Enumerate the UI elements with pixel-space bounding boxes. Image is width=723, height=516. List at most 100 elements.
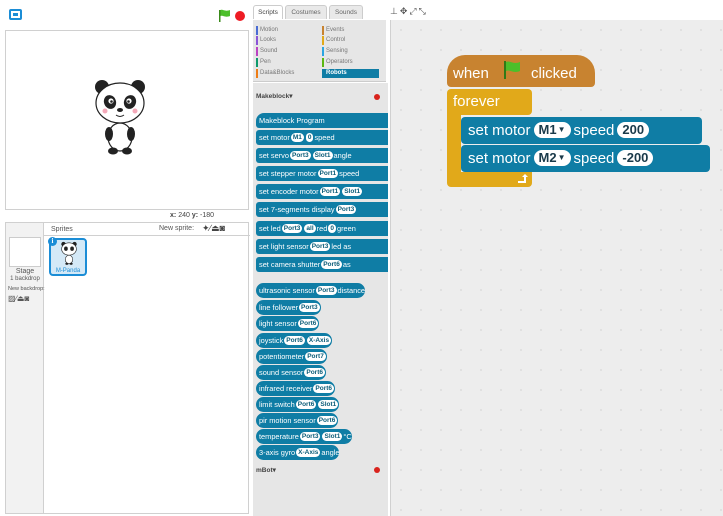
panda-sprite[interactable] — [92, 77, 148, 155]
grow-icon[interactable]: ⤢ — [409, 6, 418, 16]
stop-icon[interactable] — [235, 11, 245, 21]
palette-block[interactable]: temperature Port3 Slot1 °C — [256, 429, 352, 444]
camera-icon[interactable]: ◙ — [24, 294, 29, 303]
palette-block[interactable]: line follower Port3 — [256, 300, 321, 315]
palette-block[interactable]: infrared receiver Port6 — [256, 381, 336, 396]
category-pen[interactable]: Pen — [256, 58, 271, 67]
block-parameter[interactable]: Port6 — [297, 319, 319, 328]
block-parameter[interactable]: Port3 — [281, 224, 303, 233]
palette-block[interactable]: ultrasonic sensor Port3 distance — [256, 283, 366, 298]
sprite-library-icon[interactable]: ✦ — [202, 223, 210, 233]
when-flag-clicked-block[interactable]: when clicked — [447, 55, 595, 87]
block-parameter[interactable]: Port3 — [290, 151, 311, 160]
tab-sounds[interactable]: Sounds — [329, 5, 363, 19]
block-parameter[interactable]: Port6 — [313, 384, 335, 393]
camera-icon[interactable]: ◙ — [220, 223, 225, 233]
block-parameter[interactable]: 0 — [328, 224, 336, 233]
set-motor-m2-block[interactable]: set motor M2▼ speed -200 — [461, 145, 710, 172]
scripts-area[interactable] — [390, 20, 723, 516]
forever-block-arm[interactable] — [447, 114, 461, 172]
category-robots[interactable]: Robots — [322, 69, 379, 78]
palette-block[interactable]: Makeblock Program — [256, 113, 388, 128]
palette-block[interactable]: set encoder motor Port1 Slot1 — [256, 184, 388, 199]
sprites-divider — [44, 235, 250, 236]
block-parameter[interactable]: Port1 — [317, 169, 339, 178]
palette-block[interactable]: pir motion sensor Port6 — [256, 413, 339, 428]
block-parameter[interactable]: Port6 — [321, 260, 342, 269]
block-parameter[interactable]: Port3 — [309, 242, 331, 251]
palette-block[interactable]: set stepper motor Port1 speed — [256, 166, 388, 181]
palette-block[interactable]: set 7-segments display Port3 — [256, 202, 388, 217]
green-flag-icon[interactable] — [218, 9, 231, 22]
palette-block[interactable]: set light sensor Port3 led as — [256, 239, 388, 254]
app-window: x: 240 y: -180 Stage 1 backdrop New back… — [0, 0, 723, 516]
palette-block[interactable]: set led Port3 all red 0 green — [256, 221, 388, 236]
speed-input[interactable]: -200 — [617, 150, 654, 166]
palette-block[interactable]: limit switch Port6 Slot1 — [256, 397, 340, 412]
set-motor-m1-block[interactable]: set motor M1▼ speed 200 — [461, 117, 702, 144]
block-parameter[interactable]: all — [304, 224, 316, 233]
block-parameter[interactable]: Port3 — [315, 286, 337, 295]
fullscreen-icon[interactable] — [9, 9, 22, 20]
block-text: line follower — [259, 303, 299, 312]
upload-icon[interactable]: ⏏ — [211, 223, 220, 233]
tab-costumes[interactable]: Costumes — [285, 5, 327, 19]
block-parameter[interactable]: Port6 — [316, 416, 338, 425]
category-data-blocks[interactable]: Data&Blocks — [256, 69, 294, 78]
category-looks[interactable]: Looks — [256, 36, 276, 45]
palette-block[interactable]: joystick Port6 X-Axis — [256, 333, 333, 348]
palette-block[interactable]: set servo Port3 Slot1 angle — [256, 148, 388, 163]
block-parameter[interactable]: Port3 — [299, 432, 321, 441]
forever-block[interactable]: forever — [447, 89, 532, 115]
block-text: sound sensor — [259, 368, 304, 377]
speed-input[interactable]: 200 — [617, 122, 650, 138]
makeblock-heading[interactable]: Makeblock▾ — [256, 92, 293, 100]
motor-dropdown[interactable]: M1▼ — [533, 122, 571, 138]
motor-dropdown[interactable]: M2▼ — [533, 150, 571, 166]
block-parameter[interactable]: X-Axis — [306, 336, 332, 345]
sprite-thumbnail-m-panda[interactable]: i M-Panda — [48, 237, 87, 276]
shrink-icon[interactable]: ⤡ — [419, 6, 428, 16]
stage-canvas[interactable] — [5, 30, 249, 210]
block-parameter[interactable]: M1 — [290, 133, 304, 142]
info-icon[interactable]: i — [48, 237, 57, 246]
palette-block[interactable]: light sensor Port6 — [256, 316, 320, 331]
category-sensing[interactable]: Sensing — [322, 47, 348, 56]
chevron-down-icon: ▾ — [289, 93, 293, 100]
stage-thumbnail[interactable] — [9, 237, 41, 267]
block-parameter[interactable]: Port3 — [335, 205, 357, 214]
palette-block[interactable]: potentiometer Port7 — [256, 349, 327, 364]
category-motion[interactable]: Motion — [256, 26, 278, 35]
tab-scripts[interactable]: Scripts — [253, 5, 283, 19]
palette-block[interactable]: set motor M1 0 speed — [256, 130, 388, 145]
category-sound[interactable]: Sound — [256, 47, 277, 56]
sprites-label: Sprites — [51, 226, 73, 233]
block-parameter[interactable]: Slot1 — [312, 151, 333, 160]
block-parameter[interactable]: X-Axis — [296, 448, 321, 457]
palette-block[interactable]: sound sensor Port6 — [256, 365, 326, 380]
block-parameter[interactable]: Port6 — [304, 368, 325, 377]
block-parameter[interactable]: Port3 — [299, 303, 320, 312]
block-parameter[interactable]: Port6 — [295, 400, 317, 409]
block-parameter[interactable]: Port6 — [284, 336, 305, 345]
category-events[interactable]: Events — [322, 26, 344, 35]
block-parameter[interactable]: 0 — [305, 133, 314, 142]
block-text: angle — [333, 151, 352, 160]
landscape-icon[interactable]: ▨ — [8, 294, 16, 303]
palette-block[interactable]: set camera shutter Port6 as — [256, 257, 388, 272]
palette-block[interactable]: 3-axis gyro X-Axis angle — [256, 445, 340, 460]
block-parameter[interactable]: Slot1 — [342, 187, 363, 196]
mbot-heading[interactable]: mBot▾ — [256, 466, 276, 474]
category-control[interactable]: Control — [322, 36, 345, 45]
delete-icon[interactable]: ✥ — [400, 6, 410, 16]
block-parameter[interactable]: Port7 — [305, 352, 326, 361]
category-operators[interactable]: Operators — [322, 58, 353, 67]
block-parameter[interactable]: Slot1 — [322, 432, 343, 441]
chevron-down-icon: ▼ — [557, 153, 566, 162]
block-text: set stepper motor — [259, 169, 317, 178]
block-text: potentiometer — [259, 352, 305, 361]
block-parameter[interactable]: Port1 — [319, 187, 341, 196]
block-parameter[interactable]: Slot1 — [318, 400, 339, 409]
block-text: set 7-segments display — [259, 205, 335, 214]
duplicate-icon[interactable]: ⊥ — [390, 6, 400, 16]
